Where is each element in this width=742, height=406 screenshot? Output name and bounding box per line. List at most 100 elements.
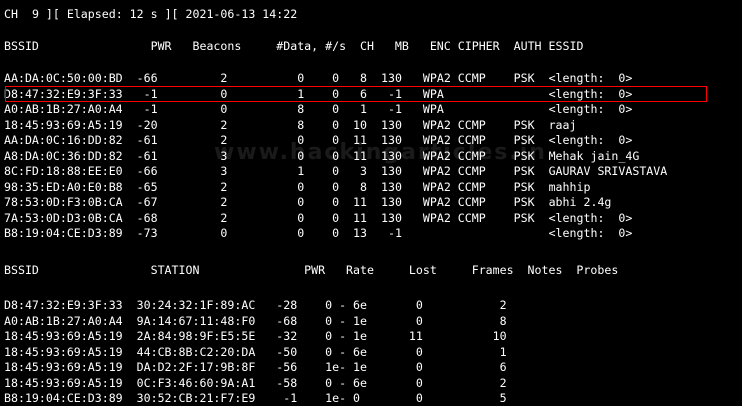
ap-table-header: BSSID PWR Beacons #Data, #/s CH MB ENC C… (4, 38, 583, 54)
ap-data-count: 1 (234, 86, 305, 101)
ap-auth (514, 87, 535, 101)
ap-row[interactable]: 7A:53:0D:D3:0B:CA -68 2 0 0 11 130 WPA2 … (4, 210, 632, 226)
station-rate: 1e- 1e (325, 360, 368, 374)
station-row[interactable]: D8:47:32:E9:3F:33 30:24:32:1F:89:AC -28 … (4, 297, 507, 313)
ap-data-rate: 0 (311, 179, 340, 194)
ap-auth: PSK (513, 133, 535, 147)
ap-channel: 3 (346, 164, 368, 178)
col-probes-header: Probes (562, 263, 619, 277)
ap-row[interactable]: 78:53:0D:F3:0B:CA -67 2 0 0 11 130 WPA2 … (4, 194, 611, 210)
ap-data-rate: 0 (311, 226, 340, 240)
ap-cipher: CCMP (457, 133, 500, 147)
station-rate: 0 - 1e (325, 329, 368, 343)
ap-data-rate: 0 (311, 210, 340, 225)
col-st-bssid-header: BSSID (4, 263, 151, 277)
ap-auth: PSK (513, 148, 535, 163)
col-essid-header: ESSID (541, 39, 584, 53)
station-lost: 0 (367, 360, 423, 374)
ap-data-count: 0 (234, 71, 305, 85)
col-beacons-header: Beacons (171, 39, 242, 53)
ap-bssid: A0:AB:1B:27:A0:A4 (4, 102, 123, 116)
ap-cipher: CCMP (457, 179, 500, 194)
ap-cipher (458, 87, 500, 101)
station-row[interactable]: A0:AB:1B:27:A0:A4 9A:14:67:11:48:F0 -68 … (4, 313, 507, 329)
ap-cipher: CCMP (457, 71, 500, 85)
station-pwr: -28 (255, 298, 298, 312)
ap-essid: <length: 0> (548, 102, 633, 116)
station-bssid: B8:19:04:CE:D3:89 (4, 391, 123, 405)
station-frames: 6 (422, 360, 507, 374)
ap-row[interactable]: 98:35:ED:A0:E0:B8 -65 2 0 0 8 130 WPA2 C… (4, 179, 590, 195)
ap-essid: Mehak jain_4G (548, 148, 640, 163)
ap-data-count: 1 (234, 164, 305, 178)
station-pwr: -1 (255, 391, 298, 405)
station-rate: 1e- 0 (325, 391, 368, 405)
ap-pwr: -67 (129, 195, 158, 209)
station-bssid: D8:47:32:E9:3F:33 (4, 298, 123, 312)
ap-auth: PSK (513, 195, 535, 209)
ap-essid: <length: 0> (548, 210, 633, 225)
ap-beacons: 2 (164, 179, 228, 194)
ap-channel: 11 (346, 148, 368, 163)
ap-bssid: B8:19:04:CE:D3:89 (4, 226, 123, 240)
ap-cipher: CCMP (457, 164, 500, 178)
station-row[interactable]: 18:45:93:69:A5:19 44:CB:8B:C2:20:DA -50 … (4, 344, 507, 360)
terminal-window[interactable]: CH 9 ][ Elapsed: 12 s ][ 2021-06-13 14:2… (4, 4, 740, 405)
station-row[interactable]: 18:45:93:69:A5:19 0C:F3:46:60:9A:A1 -58 … (4, 375, 507, 391)
ap-pwr: -66 (129, 164, 158, 178)
ap-auth: PSK (513, 179, 535, 194)
ap-data-count: 8 (234, 102, 305, 116)
ap-essid: <length: 0> (548, 71, 633, 85)
station-lost: 0 (367, 375, 423, 390)
col-station-header: STATION (150, 263, 270, 277)
ap-channel: 11 (346, 210, 368, 225)
ap-essid: abhi 2.4g (548, 195, 612, 209)
ap-row[interactable]: 18:45:93:69:A5:19 -20 2 8 0 10 130 WPA2 … (4, 117, 577, 133)
ap-row[interactable]: A8:DA:0C:36:DD:82 -61 3 0 0 11 130 WPA2 … (4, 148, 639, 164)
col-mb-header: MB (373, 39, 409, 53)
ap-enc: WPA2 (422, 148, 451, 163)
ap-channel: 8 (346, 71, 368, 85)
ap-channel: 8 (346, 179, 368, 194)
station-rate: 0 - 6e (325, 344, 368, 359)
station-rate: 0 - 1e (325, 313, 368, 328)
ap-pwr: -1 (129, 102, 158, 116)
ap-row[interactable]: 8C:FD:18:88:EE:E0 -66 3 1 0 3 130 WPA2 C… (4, 163, 667, 179)
ap-data-rate: 0 (311, 117, 340, 132)
ap-data-rate: 0 (311, 148, 340, 163)
ap-cipher: CCMP (457, 210, 500, 225)
station-station: 44:CB:8B:C2:20:DA (136, 344, 256, 359)
ap-mb: 130 (374, 71, 402, 85)
ap-mb: 130 (374, 164, 402, 178)
ap-mb: -1 (374, 86, 402, 101)
ap-row[interactable]: A0:AB:1B:27:A0:A4 -1 0 8 0 1 -1 WPA <len… (4, 101, 632, 117)
channel-value: 9 (31, 7, 39, 21)
ap-enc: WPA (422, 86, 451, 101)
station-bssid: 18:45:93:69:A5:19 (4, 329, 123, 343)
ap-row[interactable]: D8:47:32:E9:3F:33 -1 0 1 0 6 -1 WPA <len… (4, 86, 632, 102)
station-lost: 0 (367, 298, 423, 312)
ap-row[interactable]: AA:DA:0C:50:00:BD -66 2 0 0 8 130 WPA2 C… (4, 70, 632, 86)
station-lost: 11 (367, 329, 423, 343)
ap-bssid: D8:47:32:E9:3F:33 (4, 86, 123, 101)
ap-essid: GAURAV SRIVASTAVA (548, 164, 668, 178)
col-enc-header: ENC (408, 39, 451, 53)
station-row[interactable]: 18:45:93:69:A5:19 DA:D2:2F:17:9B:8F -56 … (4, 359, 507, 375)
station-frames: 10 (422, 329, 507, 343)
col-data-header: #Data, (241, 39, 319, 53)
station-station: 0C:F3:46:60:9A:A1 (136, 375, 256, 390)
station-bssid: 18:45:93:69:A5:19 (4, 360, 123, 374)
ap-enc: WPA (422, 102, 451, 116)
ap-row[interactable]: AA:DA:0C:16:DD:82 -61 2 0 0 11 130 WPA2 … (4, 132, 632, 148)
ap-data-rate: 0 (311, 102, 340, 116)
ap-auth: PSK (513, 117, 535, 132)
station-row[interactable]: 18:45:93:69:A5:19 2A:84:98:9F:E5:5E -32 … (4, 328, 507, 344)
ap-bssid: 7A:53:0D:D3:0B:CA (4, 210, 123, 225)
ap-row[interactable]: B8:19:04:CE:D3:89 -73 0 0 0 13 -1 <lengt… (4, 225, 632, 241)
station-frames: 5 (422, 391, 507, 405)
col-auth-header: AUTH (499, 39, 542, 53)
ap-pwr: -66 (129, 71, 158, 85)
ap-beacons: 3 (164, 148, 228, 163)
ap-beacons: 2 (164, 133, 228, 147)
ap-mb: -1 (374, 102, 402, 116)
